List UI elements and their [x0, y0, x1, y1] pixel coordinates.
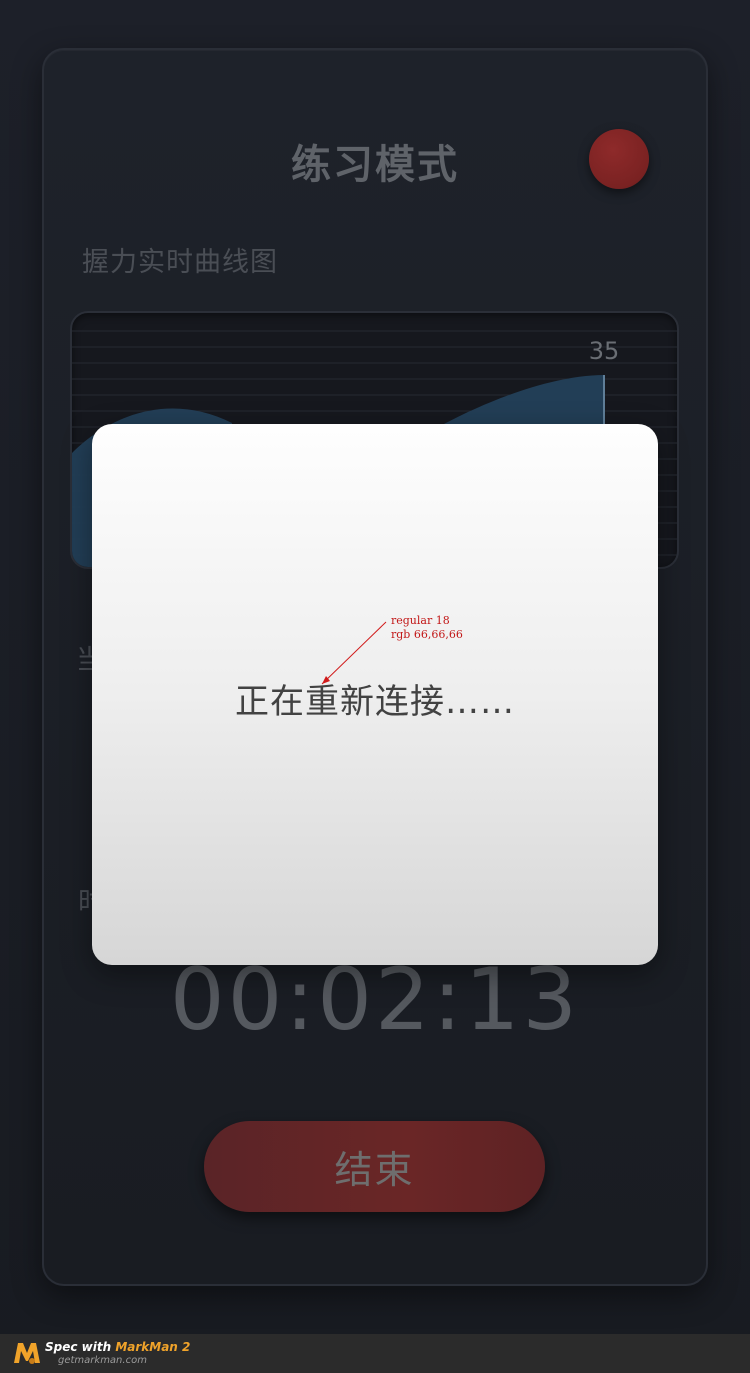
footer-url[interactable]: getmarkman.com [58, 1355, 147, 1366]
screen: 练习模式 握力实时曲线图 35 当 00:02:13 结束 正在重新连接…… r… [0, 0, 750, 1373]
footer-brand: MarkMan 2 [115, 1340, 191, 1354]
footer-spec-text: Spec with MarkMan 2 [45, 1340, 190, 1354]
footer-spec-prefix: Spec with [45, 1340, 116, 1354]
markman-logo-icon [14, 1343, 40, 1364]
annotation-pointer-line [321, 621, 387, 685]
annotation-line-2: rgb 66,66,66 [391, 628, 463, 641]
annotation-text: regular 18 rgb 66,66,66 [391, 614, 463, 642]
markman-footer: Spec with MarkMan 2 getmarkman.com [0, 1334, 750, 1373]
annotation-overlay [321, 621, 387, 685]
annotation-line-1: regular 18 [391, 614, 450, 627]
